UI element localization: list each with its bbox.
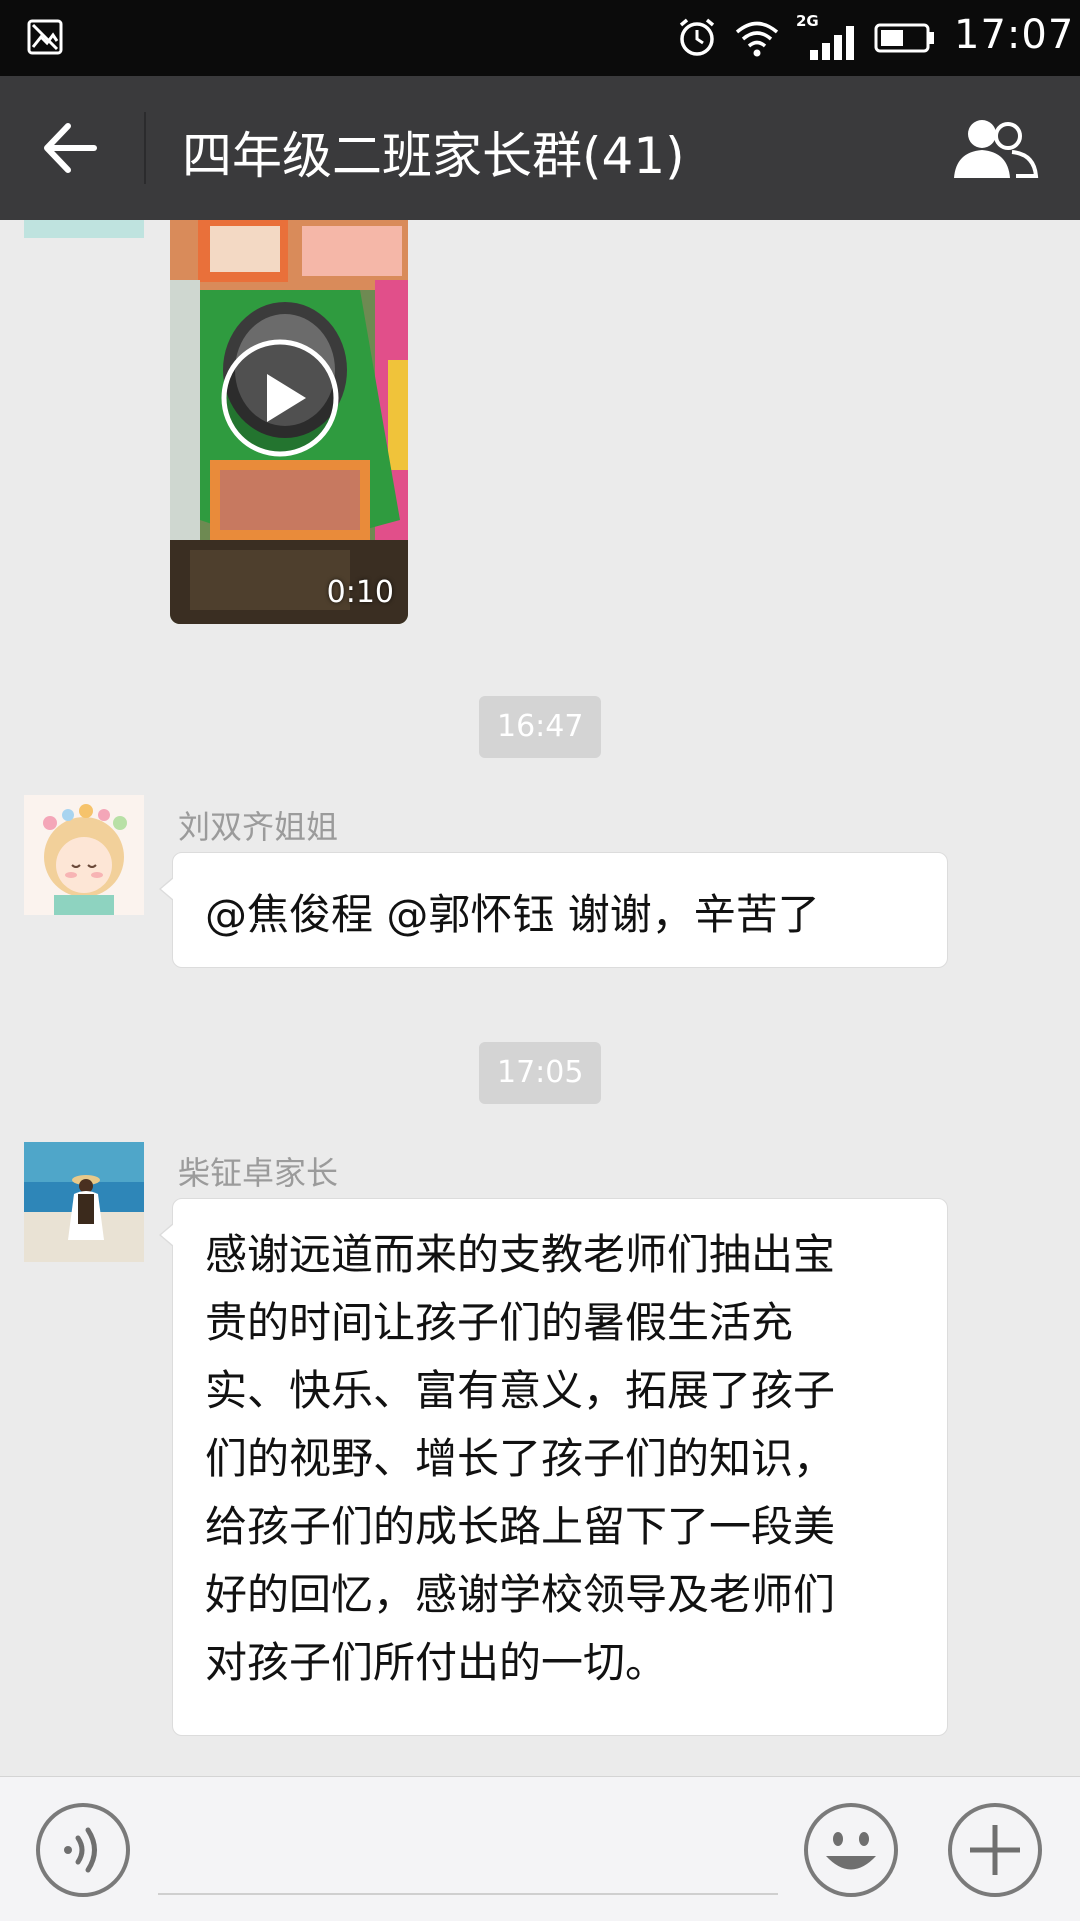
message-line: 们的视野、增长了孩子们的知识， <box>205 1434 836 1483</box>
signal-icon: 2G <box>796 12 858 60</box>
chat-header: 四年级二班家长群(41) <box>0 76 1080 220</box>
arrow-left-icon[interactable] <box>40 120 102 176</box>
avatar[interactable] <box>24 1142 144 1262</box>
message-line: 对孩子们所付出的一切。 <box>205 1638 668 1687</box>
group-members-icon[interactable] <box>950 116 1040 180</box>
message-line: 感谢远道而来的支教老师们抽出宝 <box>205 1230 836 1279</box>
battery-icon <box>874 23 934 53</box>
sender-name: 刘双齐姐姐 <box>178 808 339 846</box>
message-list[interactable]: 0:10 16:47 刘双齐姐姐 @焦俊程 @郭怀钰 谢谢，辛苦了 17:05 <box>0 220 1080 1776</box>
avatar[interactable] <box>24 220 144 238</box>
message-input[interactable] <box>158 1893 778 1895</box>
wifi-icon <box>735 21 779 57</box>
timestamp: 16:47 <box>479 696 602 758</box>
plus-icon[interactable] <box>946 1801 1044 1899</box>
voice-icon[interactable] <box>34 1801 132 1899</box>
video-message[interactable]: 0:10 <box>170 220 408 624</box>
avatar[interactable] <box>24 795 144 915</box>
alarm-icon <box>679 18 715 56</box>
message-line: 给孩子们的成长路上留下了一段美 <box>205 1502 836 1551</box>
message-bubble[interactable]: 感谢远道而来的支教老师们抽出宝 贵的时间让孩子们的暑假生活充 实、快乐、富有意义… <box>159 1198 948 1736</box>
sender-name: 柴钲卓家长 <box>178 1154 339 1192</box>
input-bar <box>0 1776 1080 1921</box>
timestamp: 17:05 <box>479 1042 602 1104</box>
message-line: 贵的时间让孩子们的暑假生活充 <box>205 1298 794 1347</box>
video-duration: 0:10 <box>326 575 394 610</box>
status-bar: 2G 17:07 <box>0 0 1080 76</box>
message-line: 好的回忆，感谢学校领导及老师们 <box>205 1570 836 1619</box>
header-divider <box>144 112 146 184</box>
message-text: @焦俊程 @郭怀钰 谢谢，辛苦了 <box>205 890 820 939</box>
play-icon[interactable] <box>220 338 340 458</box>
emoji-icon[interactable] <box>802 1801 900 1899</box>
chat-title: 四年级二班家长群(41) <box>182 127 685 185</box>
message-bubble[interactable]: @焦俊程 @郭怀钰 谢谢，辛苦了 <box>159 852 948 968</box>
status-time: 17:07 <box>954 12 1075 58</box>
gallery-icon <box>27 19 63 55</box>
message-line: 实、快乐、富有意义，拓展了孩子 <box>205 1366 836 1415</box>
message-text: 感谢远道而来的支教老师们抽出宝 贵的时间让孩子们的暑假生活充 实、快乐、富有意义… <box>173 1199 947 1697</box>
